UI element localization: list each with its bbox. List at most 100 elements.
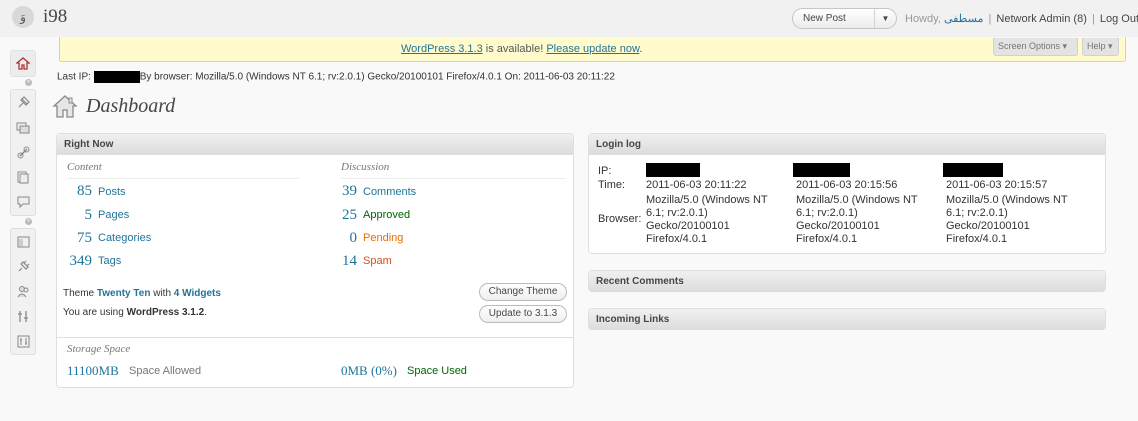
space-used-label: Space Used <box>407 365 467 377</box>
settings-icon[interactable] <box>11 329 35 354</box>
plugins-icon[interactable] <box>11 254 35 279</box>
favorite-actions-label[interactable]: New Post <box>803 13 846 24</box>
appearance-icon[interactable] <box>11 229 35 254</box>
pages-count[interactable]: 5 <box>57 207 93 224</box>
theme-line: Theme Twenty Ten with 4 Widgets <box>63 288 221 299</box>
menu-group-settings <box>10 228 36 355</box>
login-browser-line: 6.1; rv:2.0.1) <box>646 207 708 219</box>
update-wordpress-button[interactable]: Update to 3.1.3 <box>479 305 567 323</box>
tools-icon[interactable] <box>11 304 35 329</box>
dropdown-arrow-icon[interactable]: ▼ <box>874 9 896 28</box>
screen-options-button[interactable]: Screen Options ▾ <box>993 38 1078 56</box>
widgets-link[interactable]: 4 Widgets <box>174 288 221 299</box>
separator: | <box>1091 13 1095 25</box>
users-icon[interactable] <box>11 279 35 304</box>
login-browser-line: Firefox/4.0.1 <box>796 233 858 245</box>
please-update-link[interactable]: Please update now <box>546 43 639 55</box>
favorite-actions-dropdown[interactable]: New Post ▼ <box>792 8 897 29</box>
user-info: Howdy, مسطفی | Network Admin (8) | Log O… <box>905 12 1138 25</box>
admin-menu: » » <box>10 50 36 355</box>
login-log-title[interactable]: Login log <box>589 134 1105 155</box>
theme-prefix: Theme <box>63 288 97 299</box>
discussion-subheading: Discussion <box>341 161 390 173</box>
separator: | <box>988 13 992 25</box>
site-logo-icon[interactable]: وَ <box>12 6 34 28</box>
change-theme-button[interactable]: Change Theme <box>479 283 567 301</box>
help-button[interactable]: Help ▾ <box>1082 38 1119 56</box>
site-title[interactable]: i98 <box>43 6 67 28</box>
storage-subheading: Storage Space <box>67 343 131 355</box>
space-used-value: 0MB (0%) <box>341 363 397 378</box>
pages-icon[interactable] <box>11 165 35 190</box>
version-prefix: You are using <box>63 307 127 318</box>
right-now-widget: Right Now Content Discussion 85 Posts 5 … <box>56 133 574 388</box>
browser-label: Browser: <box>598 213 642 225</box>
comments-link[interactable]: Comments <box>363 186 416 198</box>
content-subheading: Content <box>67 161 102 173</box>
redacted-ip <box>93 71 140 83</box>
incoming-links-widget: Incoming Links <box>588 308 1106 330</box>
dashboard-page-icon <box>52 94 78 119</box>
version-value: WordPress 3.1.2 <box>126 307 205 318</box>
content-rule <box>67 178 299 179</box>
pending-link[interactable]: Pending <box>363 232 403 244</box>
pages-link[interactable]: Pages <box>98 209 129 221</box>
version-end: . <box>204 307 207 318</box>
right-now-title[interactable]: Right Now <box>57 134 573 155</box>
tags-link[interactable]: Tags <box>98 255 121 267</box>
login-browser-line: Gecko/20100101 <box>796 220 880 232</box>
spam-count[interactable]: 14 <box>307 253 357 270</box>
login-browser-line: Gecko/20100101 <box>946 220 1030 232</box>
redacted-ip <box>646 163 700 177</box>
update-nag: WordPress 3.1.3 is available! Please upd… <box>59 37 1126 62</box>
username-link[interactable]: مسطفی <box>944 13 983 25</box>
nag-middle-text: is available! <box>482 43 547 55</box>
login-browser-line: 6.1; rv:2.0.1) <box>796 207 858 219</box>
categories-count[interactable]: 75 <box>57 230 92 247</box>
login-time: 2011-06-03 20:15:56 <box>796 179 898 191</box>
comments-count[interactable]: 39 <box>307 183 357 200</box>
pending-count[interactable]: 0 <box>307 230 358 247</box>
tags-count[interactable]: 349 <box>57 253 93 270</box>
last-ip-details: By browser: Mozilla/5.0 (Windows NT 6.1;… <box>139 71 615 83</box>
comments-icon[interactable] <box>11 190 35 215</box>
categories-link[interactable]: Categories <box>98 232 151 244</box>
howdy-text: Howdy, <box>905 13 941 25</box>
logout-link[interactable]: Log Out <box>1100 13 1138 25</box>
login-browser-line: Firefox/4.0.1 <box>646 233 708 245</box>
menu-separator: » <box>25 79 32 86</box>
links-icon[interactable] <box>11 140 35 165</box>
login-time: 2011-06-03 20:11:22 <box>646 179 747 191</box>
login-log-widget: Login log IP: Time: Browser: 2011-06-03 … <box>588 133 1106 254</box>
space-allowed-label: Space Allowed <box>129 365 202 377</box>
dashboard-icon[interactable] <box>11 51 35 76</box>
approved-link[interactable]: Approved <box>363 209 410 221</box>
login-browser-line: Gecko/20100101 <box>646 220 730 232</box>
admin-header: وَ i98 New Post ▼ Howdy, مسطفی | Network… <box>0 0 1138 37</box>
menu-group-dashboard <box>10 50 36 77</box>
recent-comments-title[interactable]: Recent Comments <box>589 271 1105 292</box>
posts-icon[interactable] <box>11 90 35 115</box>
theme-name-link[interactable]: Twenty Ten <box>97 288 151 299</box>
network-admin-link[interactable]: Network Admin (8) <box>996 13 1086 25</box>
approved-count[interactable]: 25 <box>307 207 357 224</box>
login-browser-line: Mozilla/5.0 (Windows NT <box>946 194 1068 206</box>
menu-separator: » <box>25 218 32 225</box>
update-nag-text: WordPress 3.1.3 is available! Please upd… <box>401 43 642 55</box>
posts-count[interactable]: 85 <box>57 183 92 200</box>
nag-end-text: . <box>639 43 643 55</box>
redacted-ip <box>793 163 850 177</box>
media-icon[interactable] <box>11 115 35 140</box>
wordpress-version-link[interactable]: WordPress 3.1.3 <box>401 43 483 55</box>
posts-link[interactable]: Posts <box>98 186 126 198</box>
login-browser-line: 6.1; rv:2.0.1) <box>946 207 1008 219</box>
login-time: 2011-06-03 20:15:57 <box>946 179 1048 191</box>
redacted-ip <box>943 163 1003 177</box>
spam-link[interactable]: Spam <box>363 255 392 267</box>
page-title: Dashboard <box>86 95 176 117</box>
login-browser-line: Mozilla/5.0 (Windows NT <box>646 194 768 206</box>
storage-divider <box>57 337 573 338</box>
incoming-links-title[interactable]: Incoming Links <box>589 309 1105 330</box>
menu-group-content <box>10 89 36 216</box>
last-ip-line: Last IP: By browser: Mozilla/5.0 (Window… <box>57 71 615 83</box>
